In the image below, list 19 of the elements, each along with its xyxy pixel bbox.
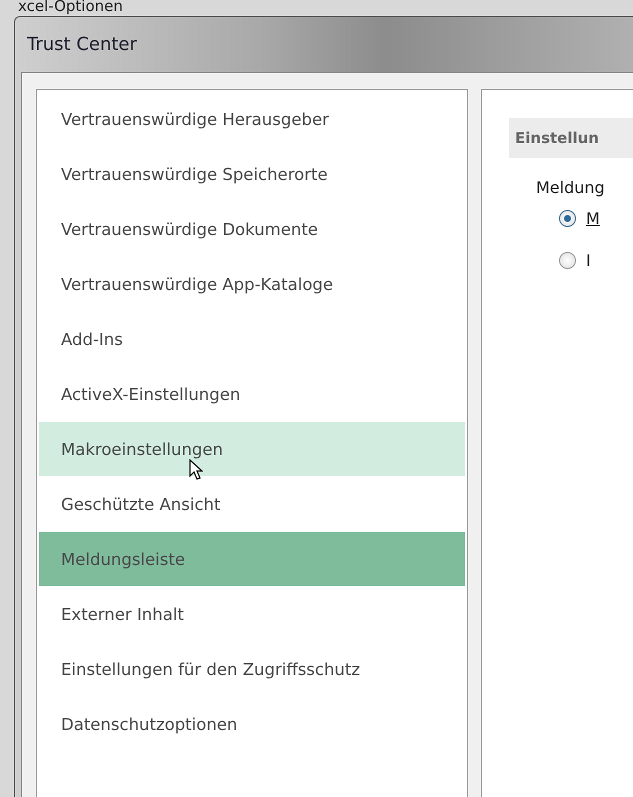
mouse-pointer-icon — [189, 459, 203, 481]
option-label[interactable]: M — [586, 208, 600, 228]
sidebar-item[interactable]: Geschützte Ansicht — [39, 477, 465, 531]
sidebar-item[interactable]: Vertrauenswürdige Herausgeber — [39, 92, 465, 146]
radio-button[interactable] — [559, 210, 576, 226]
option-label[interactable]: I — [586, 250, 591, 270]
sidebar-item[interactable]: Einstellungen für den Zugriffsschutz — [39, 642, 465, 696]
group-label: Meldung — [535, 178, 606, 197]
sidebar-item[interactable]: Vertrauenswürdige Dokumente — [39, 202, 465, 256]
radio-button[interactable] — [559, 252, 576, 268]
sidebar-item[interactable]: Vertrauenswürdige App-Kataloge — [39, 257, 465, 311]
sidebar-item[interactable]: Externer Inhalt — [39, 587, 465, 641]
window-title: Trust Center — [27, 34, 137, 55]
sidebar-item[interactable]: Datenschutzoptionen — [39, 697, 465, 751]
sidebar-item[interactable]: ActiveX-Einstellungen — [39, 367, 465, 421]
section-header: Einstellun — [509, 118, 633, 158]
sidebar-item[interactable]: Meldungsleiste — [39, 532, 465, 586]
sidebar-item[interactable]: Vertrauenswürdige Speicherorte — [39, 147, 465, 201]
sidebar-item[interactable]: Add-Ins — [39, 312, 465, 366]
